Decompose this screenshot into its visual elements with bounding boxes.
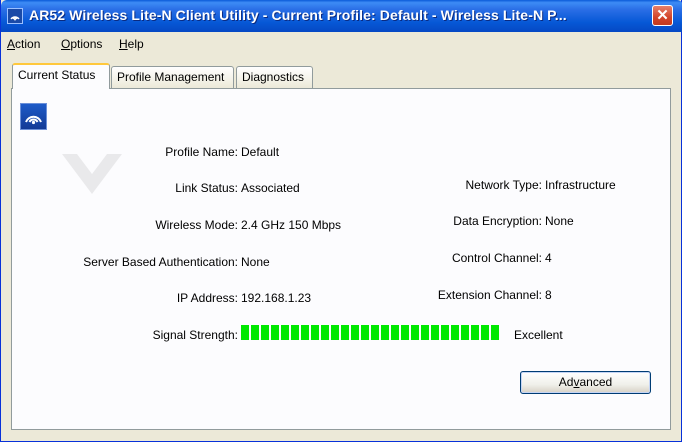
extension-channel-value: 8 <box>545 288 552 302</box>
advanced-button-label-a: Ad <box>558 375 574 389</box>
current-status-panel: Profile Name: Default Link Status: Assoc… <box>11 88 671 430</box>
signal-strength-label: Signal Strength: <box>152 328 238 342</box>
wireless-mode-label: Wireless Mode: <box>155 218 238 232</box>
control-channel-label: Control Channel: <box>451 251 542 265</box>
signal-segment <box>451 325 459 340</box>
network-type-value: Infrastructure <box>545 178 616 192</box>
menu-bar: Action Options Help <box>1 32 681 54</box>
signal-segment <box>441 325 449 340</box>
menu-options-accel: O <box>61 37 71 51</box>
menu-action[interactable]: Action <box>7 37 40 51</box>
control-channel-value: 4 <box>545 251 552 265</box>
link-status-label: Link Status: <box>175 181 238 195</box>
signal-segment <box>291 325 299 340</box>
wireless-mode-value: 2.4 GHz 150 Mbps <box>241 218 342 232</box>
server-auth-label: Server Based Authentication: <box>83 255 238 269</box>
tab-diagnostics[interactable]: Diagnostics <box>236 66 313 88</box>
signal-segment <box>431 325 439 340</box>
signal-segment <box>381 325 389 340</box>
extension-channel-label: Extension Channel: <box>437 288 542 302</box>
signal-segment <box>351 325 359 340</box>
signal-segment <box>461 325 469 340</box>
signal-segment <box>261 325 269 340</box>
window-title: AR52 Wireless Lite-N Client Utility - Cu… <box>29 7 567 23</box>
signal-segment <box>321 325 329 340</box>
signal-segment <box>371 325 379 340</box>
network-type-label: Network Type: <box>465 178 542 192</box>
signal-strength-value: Excellent <box>514 328 563 342</box>
close-button[interactable]: ✕ <box>652 5 673 26</box>
data-encryption-label: Data Encryption: <box>453 214 542 228</box>
menu-options-label: ptions <box>70 37 103 51</box>
signal-segment <box>301 325 309 340</box>
signal-segment <box>241 325 249 340</box>
data-encryption-value: None <box>545 214 574 228</box>
menu-action-label: ction <box>15 37 41 51</box>
signal-segment <box>401 325 409 340</box>
signal-segment <box>391 325 399 340</box>
signal-segment <box>331 325 339 340</box>
signal-strength-bar <box>241 325 503 340</box>
app-window: AR52 Wireless Lite-N Client Utility - Cu… <box>0 0 682 442</box>
server-auth-value: None <box>241 255 270 269</box>
profile-name-value: Default <box>241 145 280 159</box>
signal-segment <box>251 325 259 340</box>
menu-help[interactable]: Help <box>119 37 144 51</box>
title-bar[interactable]: AR52 Wireless Lite-N Client Utility - Cu… <box>1 0 682 32</box>
menu-action-accel: A <box>7 37 16 51</box>
tab-current-status[interactable]: Current Status <box>12 63 110 89</box>
signal-segment <box>341 325 349 340</box>
signal-segment <box>281 325 289 340</box>
signal-segment <box>271 325 279 340</box>
signal-segment <box>471 325 479 340</box>
menu-help-label: elp <box>127 37 144 51</box>
tab-profile-management[interactable]: Profile Management <box>111 66 234 88</box>
signal-segment <box>411 325 419 340</box>
wireless-signal-icon <box>7 8 23 24</box>
signal-segment <box>311 325 319 340</box>
signal-segment <box>421 325 429 340</box>
advanced-button-label-b: anced <box>579 375 613 389</box>
signal-segment <box>481 325 489 340</box>
menu-help-accel: H <box>119 37 128 51</box>
ip-address-label: IP Address: <box>176 291 238 305</box>
signal-segment <box>361 325 369 340</box>
close-icon: ✕ <box>656 7 669 24</box>
wireless-logo-icon <box>20 103 47 130</box>
link-status-value: Associated <box>241 181 300 195</box>
watermark-icon <box>62 154 122 194</box>
profile-name-label: Profile Name: <box>165 145 238 159</box>
ip-address-value: 192.168.1.23 <box>241 291 312 305</box>
menu-options[interactable]: Options <box>61 37 102 51</box>
advanced-button[interactable]: Advanced <box>520 371 651 394</box>
signal-segment <box>491 325 499 340</box>
